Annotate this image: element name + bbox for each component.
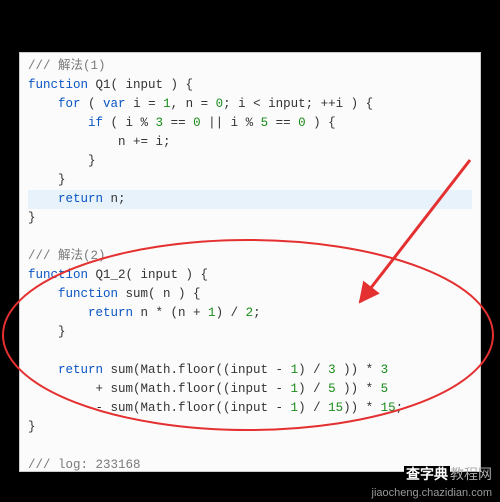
code-line: }: [28, 154, 96, 168]
keyword-if: if: [88, 116, 103, 130]
comment: /// 解法(1): [28, 59, 106, 73]
keyword-var: var: [103, 97, 126, 111]
code-line: }: [28, 173, 66, 187]
keyword-function: function: [28, 268, 88, 282]
keyword-for: for: [58, 97, 81, 111]
keyword-function: function: [58, 287, 118, 301]
comment-log: /// log: 233168: [28, 458, 141, 472]
code-line: n += i;: [28, 135, 171, 149]
comment: /// 解法(2): [28, 249, 106, 263]
watermark-prefix: 查字典: [404, 466, 450, 482]
code-line: }: [28, 325, 66, 339]
function-decl: Q1_2( input ) {: [88, 268, 208, 282]
code-line: }: [28, 420, 36, 434]
keyword-return: return: [58, 192, 103, 206]
code-line: }: [28, 211, 36, 225]
watermark-url: jiaocheng.chazidian.com: [372, 487, 492, 499]
function-decl: sum( n ) {: [118, 287, 201, 301]
keyword-return: return: [88, 306, 133, 320]
function-decl: Q1( input ) {: [88, 78, 193, 92]
code-block: /// 解法(1) function Q1( input ) { for ( v…: [19, 52, 481, 472]
watermark: 查字典教程网: [404, 464, 492, 484]
keyword-return: return: [58, 363, 103, 377]
keyword-function: function: [28, 78, 88, 92]
watermark-suffix: 教程网: [450, 466, 492, 482]
